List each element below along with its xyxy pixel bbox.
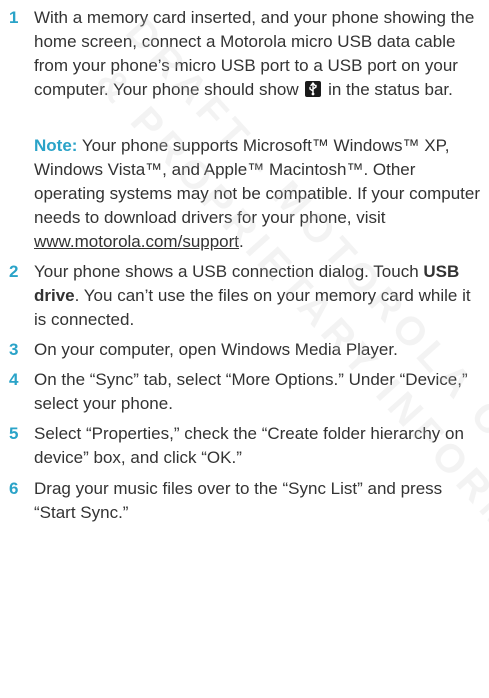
step-number: 6 bbox=[9, 479, 19, 498]
note-text-part: Your phone supports Microsoft™ Windows™ … bbox=[34, 136, 480, 227]
step-text-part: in the status bar. bbox=[323, 80, 453, 99]
step-text: On your computer, open Windows Media Pla… bbox=[34, 340, 398, 359]
note-text: Note: Your phone supports Microsoft™ Win… bbox=[34, 134, 486, 254]
step-text-part: Your phone shows a USB connection dialog… bbox=[34, 262, 424, 281]
step-text-part: . You can’t use the files on your memory… bbox=[34, 286, 471, 329]
step-number: 5 bbox=[9, 424, 19, 443]
step-number: 4 bbox=[9, 370, 19, 389]
step-number: 3 bbox=[9, 340, 19, 359]
step-text: Drag your music files over to the “Sync … bbox=[34, 479, 443, 522]
note-text-part: . bbox=[239, 232, 244, 251]
step-text: On the “Sync” tab, select “More Options.… bbox=[34, 370, 468, 413]
usb-connected-icon bbox=[305, 81, 322, 97]
step-number: 1 bbox=[9, 8, 19, 27]
note-label: Note: bbox=[34, 136, 78, 155]
support-link[interactable]: www.motorola.com/support bbox=[34, 232, 239, 251]
step-number: 2 bbox=[9, 262, 19, 281]
step-text: Select “Properties,” check the “Create f… bbox=[34, 424, 464, 467]
manual-page: 1 With a memory card inserted, and your … bbox=[0, 0, 489, 697]
step-text: Your phone shows a USB connection dialog… bbox=[34, 260, 486, 332]
step-text: With a memory card inserted, and your ph… bbox=[34, 6, 486, 102]
